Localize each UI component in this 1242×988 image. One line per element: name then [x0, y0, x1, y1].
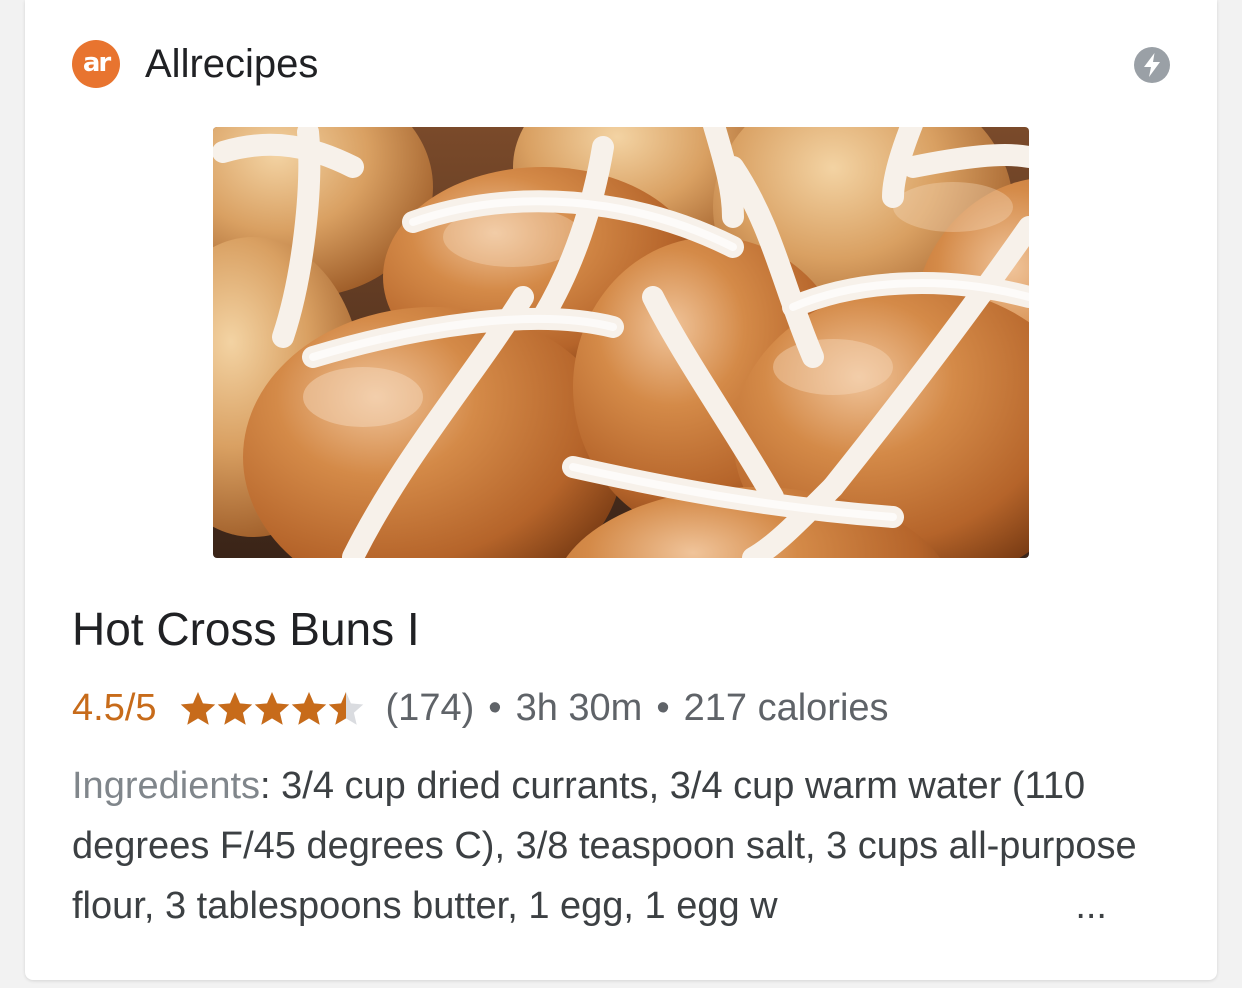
star-full-icon [217, 691, 252, 725]
ingredients-label: Ingredients [72, 765, 261, 807]
star-full-icon [254, 691, 289, 725]
rating-value: 4.5/5 [72, 687, 157, 729]
calories: 217 calories [683, 687, 889, 729]
ingredients-snippet: Ingredients: 3/4 cup dried currants, 3/4… [72, 756, 1162, 936]
lightning-bolt-icon [1134, 47, 1170, 83]
text-fade [948, 872, 1078, 930]
recipe-title[interactable]: Hot Cross Buns I [72, 604, 420, 655]
source-name[interactable]: Allrecipes [145, 44, 318, 84]
star-half-icon [328, 691, 363, 725]
cook-time: 3h 30m [515, 687, 643, 729]
separator-dot: • [656, 687, 670, 729]
recipe-image[interactable] [213, 127, 1029, 558]
source-header[interactable]: ar Allrecipes [72, 40, 318, 88]
star-full-icon [180, 691, 215, 725]
star-rating [179, 690, 364, 728]
recipe-meta: 4.5/5 (174) • 3h 30m • 217 calories [72, 687, 889, 730]
more-ellipsis[interactable]: ... [1067, 876, 1107, 936]
recipe-result-card[interactable]: ar Allrecipes Hot Cross Buns I 4.5/5 (17… [25, 0, 1217, 980]
review-count: (174) [385, 687, 475, 729]
logo-text: ar [82, 47, 111, 78]
allrecipes-logo: ar [72, 40, 120, 88]
star-full-icon [291, 691, 326, 725]
separator-dot: • [488, 687, 502, 729]
